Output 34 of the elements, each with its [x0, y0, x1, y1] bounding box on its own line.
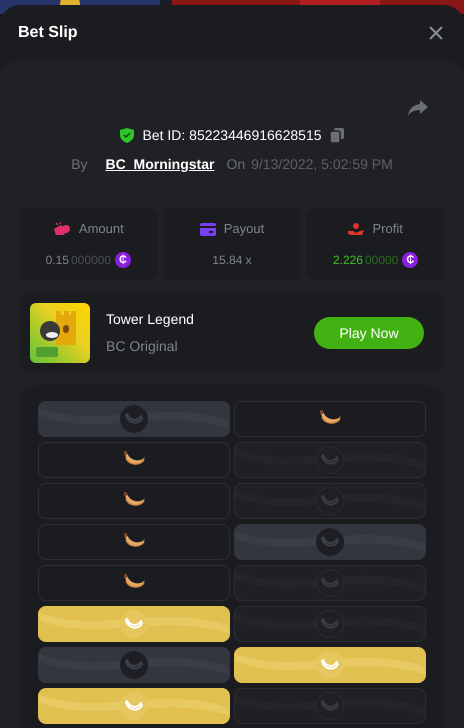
banana-outline-icon [320, 576, 340, 590]
banana-outline-icon [320, 699, 340, 713]
banana-outline-icon [124, 617, 144, 631]
username-link[interactable]: BC_Morningstar [106, 154, 214, 175]
card-icon [200, 222, 216, 236]
shield-check-icon [120, 128, 134, 143]
game-provider: BC Original [106, 337, 179, 356]
coin-icon: ₵ [402, 252, 418, 268]
stat-value: 2.226 [332, 252, 363, 269]
banana-outline-icon [320, 453, 340, 467]
game-title: Tower Legend [106, 310, 194, 329]
stat-label: Amount [78, 220, 124, 238]
banana-outline-icon [320, 658, 340, 672]
banana-outline-icon [124, 699, 144, 713]
stat-label: Payout [224, 220, 264, 238]
coins-bag-icon [52, 222, 71, 236]
banana-outline-icon [320, 494, 340, 508]
bet-date: 9/13/2022, 5:02:59 PM [251, 155, 393, 174]
coin-icon: ₵ [115, 252, 132, 268]
bet-id: Bet ID: 85223446916628515 [142, 126, 322, 145]
banana-outline-icon [124, 658, 144, 672]
stat-value: 15.84 x [212, 252, 252, 269]
stat-value: 0.15 [46, 252, 69, 269]
banana-outline-icon [124, 412, 144, 426]
stat-label: Profit [372, 220, 403, 238]
share-icon[interactable] [407, 99, 429, 117]
banana-outline-icon [320, 535, 340, 549]
modal-title: Bet Slip [18, 23, 78, 43]
stat-value-trailing: 00000 [364, 252, 398, 269]
hand-user-icon [348, 222, 364, 236]
by-label: By [71, 155, 88, 174]
banana-outline-icon [320, 617, 340, 631]
copy-icon[interactable] [330, 128, 344, 143]
on-label: On [226, 155, 246, 174]
